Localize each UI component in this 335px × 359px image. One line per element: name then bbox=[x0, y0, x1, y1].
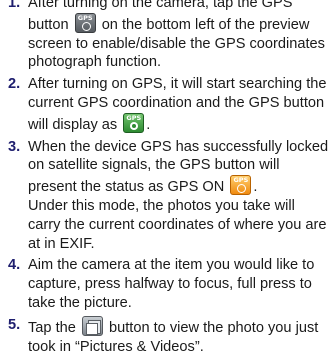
gallery-frame-front bbox=[85, 322, 98, 335]
step-2: 2. After turning on GPS, it will start s… bbox=[0, 75, 335, 134]
step-text: . bbox=[253, 179, 258, 196]
step-number: 1. bbox=[8, 0, 21, 11]
gps-ring bbox=[81, 21, 91, 31]
step-text: When the device GPS has successfully loc… bbox=[28, 138, 329, 196]
gps-ring bbox=[237, 184, 247, 194]
gps-ring bbox=[130, 121, 139, 130]
instructions-page: 1. After turning on the camera, tap the … bbox=[0, 0, 335, 359]
step-3: 3. When the device GPS has successfully … bbox=[0, 138, 335, 254]
step-1: 1. After turning on the camera, tap the … bbox=[0, 0, 335, 72]
step-note: Under this mode, the photos you take wil… bbox=[28, 197, 327, 252]
step-text: Tap the bbox=[28, 319, 80, 336]
step-text: . bbox=[146, 116, 151, 133]
step-number: 3. bbox=[8, 138, 21, 155]
step-4: 4. Aim the camera at the item you would … bbox=[0, 256, 335, 312]
gps-off-icon: GPS bbox=[74, 12, 96, 33]
step-number: 4. bbox=[8, 257, 21, 274]
gps-icon-label: GPS bbox=[233, 176, 249, 185]
gps-searching-icon: GPS bbox=[123, 112, 145, 133]
step-text: After turning on GPS, it will start sear… bbox=[28, 76, 327, 133]
gps-on-icon: GPS bbox=[230, 175, 252, 196]
step-text: Aim the camera at the item you would lik… bbox=[28, 257, 315, 311]
pictures-videos-icon bbox=[81, 315, 103, 336]
gps-icon-label: GPS bbox=[77, 13, 93, 22]
gps-icon-label: GPS bbox=[126, 113, 142, 122]
step-number: 2. bbox=[8, 76, 21, 93]
step-5: 5. Tap the button to view the photo you … bbox=[0, 315, 335, 357]
step-number: 5. bbox=[8, 316, 21, 333]
